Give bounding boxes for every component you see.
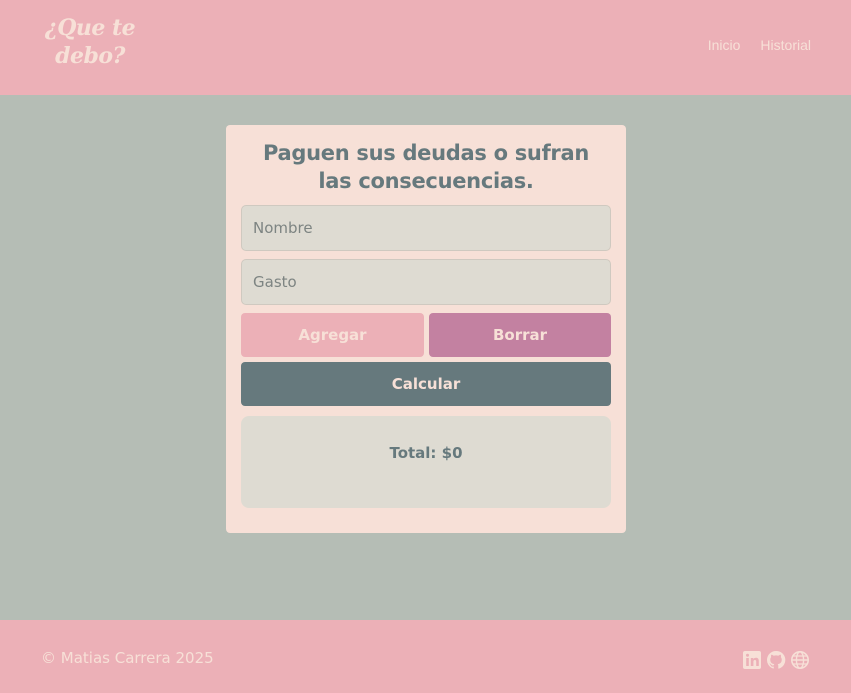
logo[interactable]: ¿Que te debo? xyxy=(40,14,140,70)
main-nav: Inicio Historial xyxy=(708,37,811,53)
name-input[interactable] xyxy=(241,205,611,251)
add-button[interactable]: Agregar xyxy=(241,313,424,357)
logo-line-1: ¿Que te xyxy=(44,15,136,41)
footer: © Matias Carrera 2025 xyxy=(0,620,851,693)
globe-icon[interactable] xyxy=(790,650,810,670)
github-icon[interactable] xyxy=(766,650,786,670)
result-panel: Total: $0 xyxy=(241,416,611,508)
expense-input[interactable] xyxy=(241,259,611,305)
total-text: Total: $0 xyxy=(389,444,463,462)
social-links xyxy=(742,650,810,670)
card-title: Paguen sus deudas o sufran las consecuen… xyxy=(263,141,589,193)
debt-card: Paguen sus deudas o sufran las consecuen… xyxy=(226,125,626,533)
header: ¿Que te debo? Inicio Historial xyxy=(0,0,851,95)
nav-link-historial[interactable]: Historial xyxy=(760,37,811,53)
delete-button[interactable]: Borrar xyxy=(429,313,611,357)
copyright-text: © Matias Carrera 2025 xyxy=(41,649,214,667)
nav-link-inicio[interactable]: Inicio xyxy=(708,37,741,53)
logo-line-2: debo? xyxy=(55,43,125,69)
linkedin-icon[interactable] xyxy=(742,650,762,670)
calculate-button[interactable]: Calcular xyxy=(241,362,611,406)
